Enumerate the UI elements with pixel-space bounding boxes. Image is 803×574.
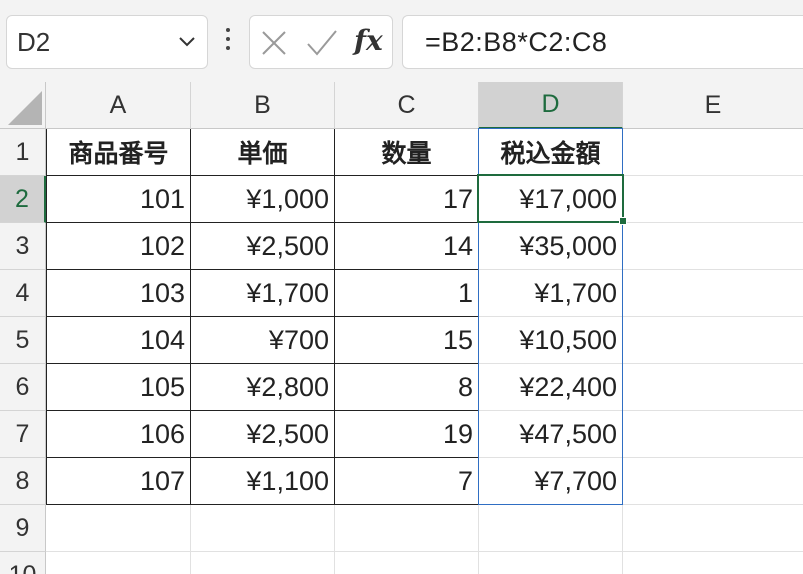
- cell-d5[interactable]: ¥10,500: [479, 317, 623, 364]
- row-header-5[interactable]: 5: [0, 317, 46, 364]
- cell-c7[interactable]: 19: [335, 411, 479, 458]
- cell-c2[interactable]: 17: [335, 176, 479, 223]
- cell-c6[interactable]: 8: [335, 364, 479, 411]
- select-all-button[interactable]: [0, 82, 46, 129]
- cell-d4[interactable]: ¥1,700: [479, 270, 623, 317]
- row-header-9[interactable]: 9: [0, 505, 46, 552]
- cell-b3[interactable]: ¥2,500: [191, 223, 335, 270]
- row-header-8[interactable]: 8: [0, 458, 46, 505]
- column-header-d[interactable]: D: [479, 82, 623, 129]
- cell-d3[interactable]: ¥35,000: [479, 223, 623, 270]
- cell-c10[interactable]: [335, 552, 479, 574]
- row-header-10[interactable]: 10: [0, 552, 46, 574]
- cell-b4[interactable]: ¥1,700: [191, 270, 335, 317]
- formula-controls: fx: [249, 15, 393, 69]
- column-header-a[interactable]: A: [46, 82, 191, 129]
- cell-a10[interactable]: [46, 552, 191, 574]
- cell-e9[interactable]: [623, 505, 803, 552]
- cell-d6[interactable]: ¥22,400: [479, 364, 623, 411]
- cell-a6[interactable]: 105: [46, 364, 191, 411]
- spreadsheet-grid: A B C D E 1 2 3 4 5 6 7 8 9 10 商品番号 単価 数…: [0, 82, 803, 574]
- cell-e10[interactable]: [623, 552, 803, 574]
- cell-c8[interactable]: 7: [335, 458, 479, 505]
- cell-b1[interactable]: 単価: [191, 129, 335, 176]
- row-header-7[interactable]: 7: [0, 411, 46, 458]
- cell-e2[interactable]: [623, 176, 803, 223]
- cell-b9[interactable]: [191, 505, 335, 552]
- cell-e7[interactable]: [623, 411, 803, 458]
- cell-b10[interactable]: [191, 552, 335, 574]
- cell-e1[interactable]: [623, 129, 803, 176]
- cancel-icon[interactable]: [260, 29, 288, 57]
- row-header-1[interactable]: 1: [0, 129, 46, 176]
- cell-e5[interactable]: [623, 317, 803, 364]
- cell-a3[interactable]: 102: [46, 223, 191, 270]
- row-header-4[interactable]: 4: [0, 270, 46, 317]
- cell-d7[interactable]: ¥47,500: [479, 411, 623, 458]
- cell-a7[interactable]: 106: [46, 411, 191, 458]
- cell-b2[interactable]: ¥1,000: [191, 176, 335, 223]
- cell-d1[interactable]: 税込金額: [479, 129, 623, 176]
- cell-b8[interactable]: ¥1,100: [191, 458, 335, 505]
- select-all-triangle-icon: [8, 91, 42, 125]
- cell-e4[interactable]: [623, 270, 803, 317]
- cell-d2[interactable]: ¥17,000: [479, 176, 623, 223]
- more-options-icon[interactable]: [224, 28, 232, 56]
- cell-a4[interactable]: 103: [46, 270, 191, 317]
- cell-b7[interactable]: ¥2,500: [191, 411, 335, 458]
- row-header-6[interactable]: 6: [0, 364, 46, 411]
- column-header-b[interactable]: B: [191, 82, 335, 129]
- cell-d8[interactable]: ¥7,700: [479, 458, 623, 505]
- row-header-3[interactable]: 3: [0, 223, 46, 270]
- cell-a1[interactable]: 商品番号: [46, 129, 191, 176]
- cell-c1[interactable]: 数量: [335, 129, 479, 176]
- cell-c3[interactable]: 14: [335, 223, 479, 270]
- cell-c9[interactable]: [335, 505, 479, 552]
- formula-bar: D2 fx =B2:B8*C2:C8: [0, 0, 803, 82]
- check-icon[interactable]: [306, 28, 338, 58]
- formula-text: =B2:B8*C2:C8: [425, 26, 608, 57]
- name-box-value: D2: [17, 26, 51, 57]
- cell-e8[interactable]: [623, 458, 803, 505]
- chevron-down-icon[interactable]: [177, 32, 197, 52]
- cell-b5[interactable]: ¥700: [191, 317, 335, 364]
- cell-e6[interactable]: [623, 364, 803, 411]
- column-header-e[interactable]: E: [623, 82, 803, 129]
- column-header-c[interactable]: C: [335, 82, 479, 129]
- cell-c5[interactable]: 15: [335, 317, 479, 364]
- formula-input[interactable]: =B2:B8*C2:C8: [402, 15, 803, 69]
- insert-function-button[interactable]: fx: [354, 24, 383, 57]
- row-header-2[interactable]: 2: [0, 176, 46, 223]
- cell-d10[interactable]: [479, 552, 623, 574]
- fill-handle[interactable]: [619, 217, 627, 225]
- name-box[interactable]: D2: [6, 15, 208, 69]
- cell-c4[interactable]: 1: [335, 270, 479, 317]
- cell-a8[interactable]: 107: [46, 458, 191, 505]
- cell-e3[interactable]: [623, 223, 803, 270]
- cell-a2[interactable]: 101: [46, 176, 191, 223]
- cell-a5[interactable]: 104: [46, 317, 191, 364]
- cell-b6[interactable]: ¥2,800: [191, 364, 335, 411]
- cell-a9[interactable]: [46, 505, 191, 552]
- cell-d9[interactable]: [479, 505, 623, 552]
